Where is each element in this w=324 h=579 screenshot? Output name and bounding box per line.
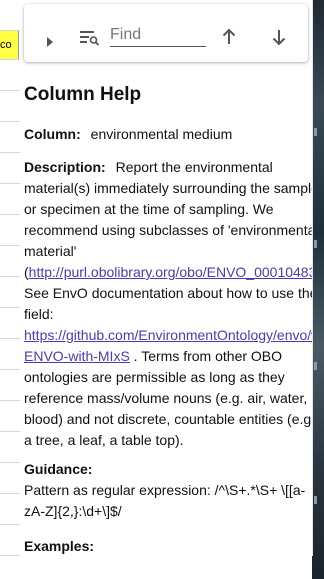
- grid-line: [0, 276, 20, 277]
- help-title: Column Help: [24, 84, 142, 105]
- examples-label: Examples:: [24, 538, 95, 554]
- grid-line: [0, 152, 20, 153]
- guidance-label: Guidance:: [24, 461, 93, 477]
- guidance-text: Pattern as regular expression: /^\S+.*\S…: [24, 482, 306, 519]
- column-label: Column:: [24, 126, 81, 142]
- description-text-1: Report the environmental material(s) imm…: [24, 159, 313, 280]
- grid-line: [0, 493, 20, 494]
- find-input[interactable]: [110, 24, 206, 47]
- background-spreadsheet: co: [0, 0, 20, 579]
- grid-line: [0, 338, 20, 339]
- filter-search-icon[interactable]: [80, 30, 100, 51]
- grid-line: [0, 245, 20, 246]
- grid-line: [0, 524, 20, 525]
- column-help-panel: Column Help Column: environmental medium…: [20, 0, 313, 556]
- description-field: Description: Report the environmental ma…: [24, 157, 313, 451]
- edge-mark: [314, 362, 317, 370]
- help-content: Column Help Column: environmental medium…: [24, 84, 313, 556]
- edge-mark: [314, 240, 317, 248]
- examples-field: Examples:: [24, 536, 312, 556]
- grid-line: [0, 369, 20, 370]
- edge-mark: [314, 128, 317, 136]
- grid-line: [0, 90, 20, 91]
- description-label: Description:: [24, 159, 106, 175]
- grid-line: [0, 121, 20, 122]
- guidance-field: Guidance: Pattern as regular expression:…: [24, 459, 312, 522]
- grid-line: [0, 400, 20, 401]
- grid-line: [0, 307, 20, 308]
- grid-line: [0, 431, 20, 432]
- find-bar: [24, 4, 308, 62]
- expand-triangle-icon[interactable]: [46, 34, 54, 52]
- column-field: Column: environmental medium: [24, 124, 312, 145]
- background-desktop-edge: [312, 0, 324, 579]
- envo-link[interactable]: http://purl.obolibrary.org/obo/ENVO_0001…: [29, 264, 312, 280]
- column-value: environmental medium: [90, 126, 233, 142]
- highlighted-cell[interactable]: co: [0, 31, 19, 59]
- arrow-up-icon[interactable]: [222, 28, 236, 50]
- edge-mark: [314, 496, 317, 504]
- grid-line: [0, 59, 20, 60]
- arrow-down-icon[interactable]: [272, 29, 286, 50]
- grid-line: [0, 555, 20, 556]
- grid-line: [0, 462, 20, 463]
- grid-line: [0, 214, 20, 215]
- grid-line: [0, 183, 20, 184]
